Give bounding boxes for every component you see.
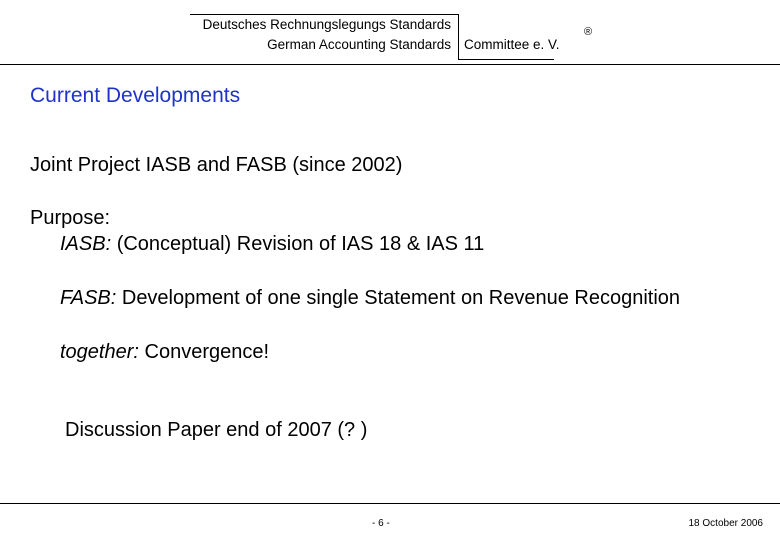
fasb-point: FASB: Development of one single Statemen… [60,287,680,310]
iasb-label: IASB: [60,233,112,255]
header-box-top-line [190,14,458,15]
iasb-point: IASB: (Conceptual) Revision of IAS 18 & … [60,233,484,256]
org-name-german: Deutsches Rechnungslegungs Standards [202,17,451,32]
slide-title: Current Developments [30,84,241,107]
fasb-text: Development of one single Statement on R… [116,287,681,309]
slide: { "header": { "org_name_de": "Deutsches … [0,0,780,540]
purpose-colon: : [104,207,111,229]
footer-date: 18 October 2006 [688,518,764,529]
together-label: together: [60,341,139,363]
header-box-bottom-line [458,59,554,60]
slide-subtitle: Joint Project IASB and FASB (since 2002) [30,154,403,176]
registered-trademark-mark: ® [584,26,593,38]
purpose-heading: Purpose: [30,207,110,230]
together-text: Convergence! [138,341,270,363]
header-rule [0,64,780,65]
header-box-divider [458,14,459,60]
together-point: together: Convergence! [60,341,269,364]
iasb-text: (Conceptual) Revision of IAS 18 & IAS 11 [111,233,485,255]
fasb-label: FASB: [60,287,117,309]
org-name-english: German Accounting Standards [267,37,451,52]
page-number: - 6 - [372,518,390,529]
discussion-paper-note: Discussion Paper end of 2007 (? ) [65,419,368,441]
org-committee: Committee e. V. [464,37,560,52]
footer-rule [0,503,780,504]
purpose-label: Purpose [30,207,105,229]
